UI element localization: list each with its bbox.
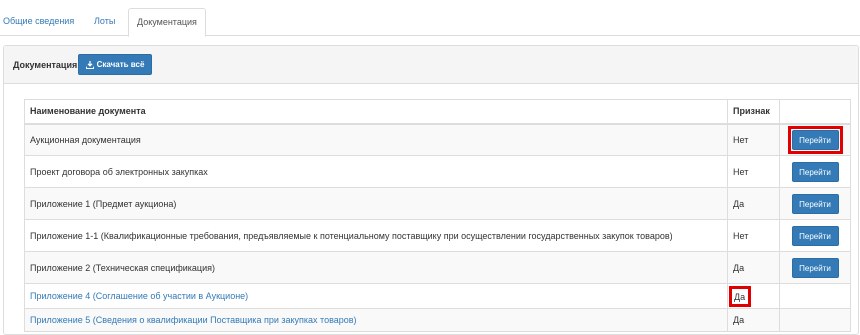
column-header-action [779, 99, 851, 125]
highlight-box: Перейти [787, 125, 843, 154]
tab-lots[interactable]: Лоты [86, 8, 123, 36]
go-button[interactable]: Перейти [791, 129, 839, 150]
document-flag: Нет [727, 155, 780, 188]
panel-heading: Документация Скачать всё [4, 46, 858, 84]
table-header-row: Наименование документа Признак [24, 99, 851, 125]
empty-action-cell [779, 308, 851, 332]
table-row: Проект договора об электронных закупках … [24, 155, 851, 188]
document-flag: Да [727, 308, 780, 332]
document-name: Проект договора об электронных закупках [24, 155, 728, 188]
document-flag: Нет [727, 123, 780, 156]
tab-general-info[interactable]: Общие сведения [0, 8, 82, 36]
column-header-flag: Признак [727, 99, 780, 125]
document-link[interactable]: Приложение 5 (Сведения о квалификации По… [30, 315, 357, 325]
download-all-label: Скачать всё [96, 60, 145, 69]
table-row: Приложение 1 (Предмет аукциона) Да Перей… [24, 187, 851, 220]
download-all-button[interactable]: Скачать всё [78, 54, 152, 75]
document-flag: Да [734, 291, 746, 302]
table-row: Приложение 1-1 (Квалификационные требова… [24, 219, 851, 252]
document-flag: Нет [727, 219, 780, 252]
document-name: Приложение 1 (Предмет аукциона) [24, 187, 728, 220]
table-row: Аукционная документация Нет Перейти [24, 123, 851, 156]
column-header-name: Наименование документа [24, 99, 728, 125]
table-row: Приложение 2 (Техническая спецификация) … [24, 251, 851, 284]
go-button[interactable]: Перейти [791, 257, 839, 278]
go-button[interactable]: Перейти [791, 161, 839, 182]
download-icon [85, 60, 94, 69]
table-row: Приложение 4 (Соглашение об участии в Ау… [24, 283, 851, 309]
go-button[interactable]: Перейти [791, 193, 839, 214]
table-row: Приложение 5 (Сведения о квалификации По… [24, 308, 851, 332]
document-name: Аукционная документация [24, 123, 728, 156]
tab-bar: Общие сведения Лоты Документация [0, 8, 860, 37]
go-button[interactable]: Перейти [791, 225, 839, 246]
empty-action-cell [779, 283, 851, 309]
tab-documentation[interactable]: Документация [128, 8, 206, 37]
document-flag: Да [727, 251, 780, 284]
panel-title: Документация [13, 60, 78, 70]
documents-table: Наименование документа Признак Аукционна… [24, 99, 851, 332]
document-flag: Да [727, 187, 780, 220]
document-name: Приложение 1-1 (Квалификационные требова… [24, 219, 728, 252]
highlight-box: Да [729, 285, 752, 307]
document-name: Приложение 2 (Техническая спецификация) [24, 251, 728, 284]
document-link[interactable]: Приложение 4 (Соглашение об участии в Ау… [30, 291, 248, 301]
